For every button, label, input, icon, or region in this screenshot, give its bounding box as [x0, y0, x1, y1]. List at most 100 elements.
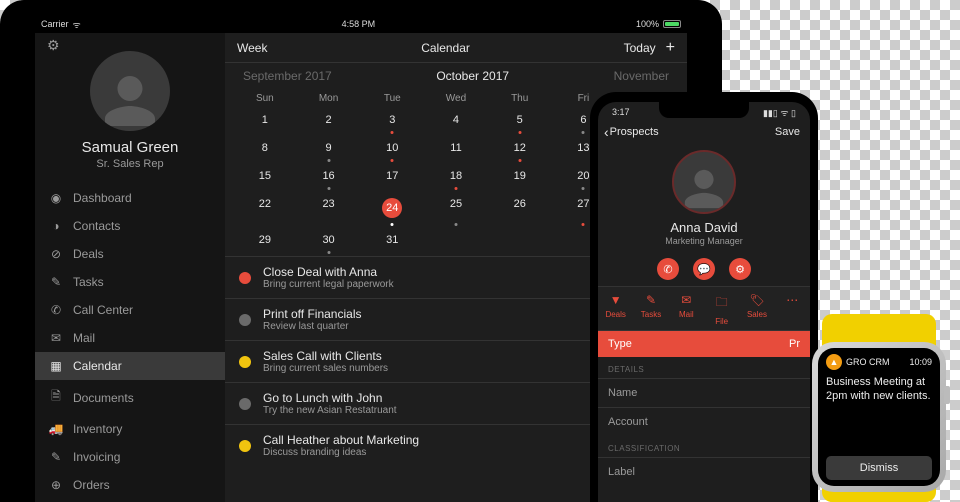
iphone-header: ‹ Prospects Save: [598, 122, 810, 146]
calendar-day[interactable]: 2: [297, 108, 361, 136]
gear-icon[interactable]: ⚙: [47, 37, 60, 54]
calendar-day[interactable]: 8: [233, 136, 297, 164]
iphone-device: 3:17 ▮▮▯ ᯤ ▯ ‹ Prospects Save Anna David…: [590, 92, 818, 502]
tab-tasks[interactable]: ✎Tasks: [633, 287, 668, 330]
calendar-day[interactable]: 26: [488, 192, 552, 228]
event-title: Sales Call with Clients: [263, 349, 388, 363]
call-button[interactable]: ✆: [657, 258, 679, 280]
calendar-dow: Mon: [297, 89, 361, 108]
calendar-day[interactable]: 11: [424, 136, 488, 164]
calendar-day[interactable]: 23: [297, 192, 361, 228]
avatar[interactable]: [672, 150, 736, 214]
today-button[interactable]: Today: [624, 41, 656, 55]
nav-icon: ✆: [49, 303, 63, 317]
classification-section-label: CLASSIFICATION: [598, 436, 810, 457]
type-label: Type: [608, 338, 632, 350]
dismiss-button[interactable]: Dismiss: [826, 456, 932, 480]
calendar-day[interactable]: 12: [488, 136, 552, 164]
contact-name: Anna David: [670, 220, 737, 235]
avatar[interactable]: [90, 51, 170, 131]
type-bar[interactable]: Type Pr: [598, 331, 810, 357]
sidebar-item-dashboard[interactable]: ◉Dashboard: [35, 184, 225, 212]
calendar-dow: Sun: [233, 89, 297, 108]
tab-file[interactable]: 🗀File: [704, 287, 739, 330]
tab-deals[interactable]: ▼Deals: [598, 287, 633, 330]
ipad-status-bar: Carrier ᯤ 4:58 PM 100%: [35, 15, 687, 33]
tab-label: Sales: [747, 310, 767, 319]
battery-label: 100%: [636, 19, 659, 29]
tab-mail[interactable]: ✉Mail: [669, 287, 704, 330]
calendar-day[interactable]: 29: [233, 228, 297, 256]
calendar-day[interactable]: 9: [297, 136, 361, 164]
nav-label: Deals: [73, 247, 104, 261]
sidebar-item-call-center[interactable]: ✆Call Center: [35, 296, 225, 324]
calendar-day[interactable]: 15: [233, 164, 297, 192]
settings-button[interactable]: ⚙: [729, 258, 751, 280]
nav-icon: ◑: [49, 219, 63, 233]
add-button[interactable]: +: [666, 40, 675, 56]
nav-icon: ⊕: [49, 478, 63, 492]
signal-icon: ▮▮▯ ᯤ ▯: [763, 106, 796, 119]
week-toggle[interactable]: Week: [237, 41, 267, 55]
calendar-day[interactable]: 19: [488, 164, 552, 192]
calendar-day[interactable]: 1: [233, 108, 297, 136]
watch-screen: ▲ GRO CRM 10:09 Business Meeting at 2pm …: [818, 348, 940, 486]
watch-crown[interactable]: [944, 386, 950, 404]
iphone-profile: Anna David Marketing Manager: [598, 146, 810, 252]
nav-icon: ▦: [49, 359, 63, 373]
tab-icon: ⋯: [786, 293, 798, 307]
calendar-day[interactable]: 17: [360, 164, 424, 192]
save-button[interactable]: Save: [775, 126, 800, 138]
sidebar-item-invoicing[interactable]: ✎Invoicing: [35, 443, 225, 471]
month-prev[interactable]: September 2017: [243, 69, 332, 83]
sidebar-item-contacts[interactable]: ◑ Contacts: [35, 212, 225, 240]
tab-sales[interactable]: 🏷 Sales: [739, 287, 774, 330]
calendar-day[interactable]: 24: [360, 192, 424, 228]
tab-icon: 🏷: [749, 293, 764, 307]
nav-icon: ✎: [49, 450, 63, 464]
sidebar-item-documents[interactable]: 🗎Documents: [35, 380, 225, 415]
calendar-day[interactable]: 25: [424, 192, 488, 228]
type-value: Pr: [789, 338, 800, 350]
watch-case: ▲ GRO CRM 10:09 Business Meeting at 2pm …: [812, 342, 946, 492]
nav-icon: ◉: [49, 191, 63, 205]
field-label[interactable]: Label: [598, 457, 810, 486]
field-account[interactable]: Account: [598, 407, 810, 436]
month-next[interactable]: November: [614, 69, 669, 83]
tab-more[interactable]: ⋯: [775, 287, 810, 330]
carrier-label: Carrier: [41, 19, 69, 29]
field-name[interactable]: Name: [598, 378, 810, 407]
calendar-day[interactable]: 3: [360, 108, 424, 136]
calendar-day[interactable]: 5: [488, 108, 552, 136]
wifi-icon: ᯤ: [73, 18, 81, 31]
nav-icon: 🚚: [49, 422, 63, 436]
calendar-day[interactable]: 22: [233, 192, 297, 228]
chevron-left-icon: ‹: [604, 124, 609, 140]
calendar-dow: Thu: [488, 89, 552, 108]
event-title: Go to Lunch with John: [263, 391, 397, 405]
calendar-day: [424, 228, 488, 256]
calendar-dow: Tue: [360, 89, 424, 108]
sidebar-item-mail[interactable]: ✉Mail: [35, 324, 225, 352]
sidebar-item-orders[interactable]: ⊕Orders: [35, 471, 225, 499]
watch-app-label: GRO CRM: [846, 357, 890, 367]
event-subtitle: Bring current sales numbers: [263, 363, 388, 374]
nav-list: ◉Dashboard ◑ Contacts ⊘Deals✎Tasks✆Call Cen…: [35, 184, 225, 499]
details-section-label: DETAILS: [598, 357, 810, 378]
back-button[interactable]: ‹ Prospects: [604, 124, 659, 140]
calendar-day[interactable]: 31: [360, 228, 424, 256]
calendar-day[interactable]: 10: [360, 136, 424, 164]
calendar-day[interactable]: 30: [297, 228, 361, 256]
nav-label: Contacts: [73, 219, 120, 233]
chat-button[interactable]: 💬: [693, 258, 715, 280]
profile-role: Sr. Sales Rep: [96, 158, 163, 170]
sidebar-item-deals[interactable]: ⊘Deals: [35, 240, 225, 268]
sidebar-item-tasks[interactable]: ✎Tasks: [35, 268, 225, 296]
calendar-day[interactable]: 18: [424, 164, 488, 192]
calendar-day[interactable]: 16: [297, 164, 361, 192]
nav-label: Mail: [73, 331, 95, 345]
calendar-day[interactable]: 4: [424, 108, 488, 136]
sidebar-item-calendar[interactable]: ▦Calendar: [35, 352, 225, 380]
event-subtitle: Bring current legal paperwork: [263, 279, 394, 290]
sidebar-item-inventory[interactable]: 🚚Inventory: [35, 415, 225, 443]
